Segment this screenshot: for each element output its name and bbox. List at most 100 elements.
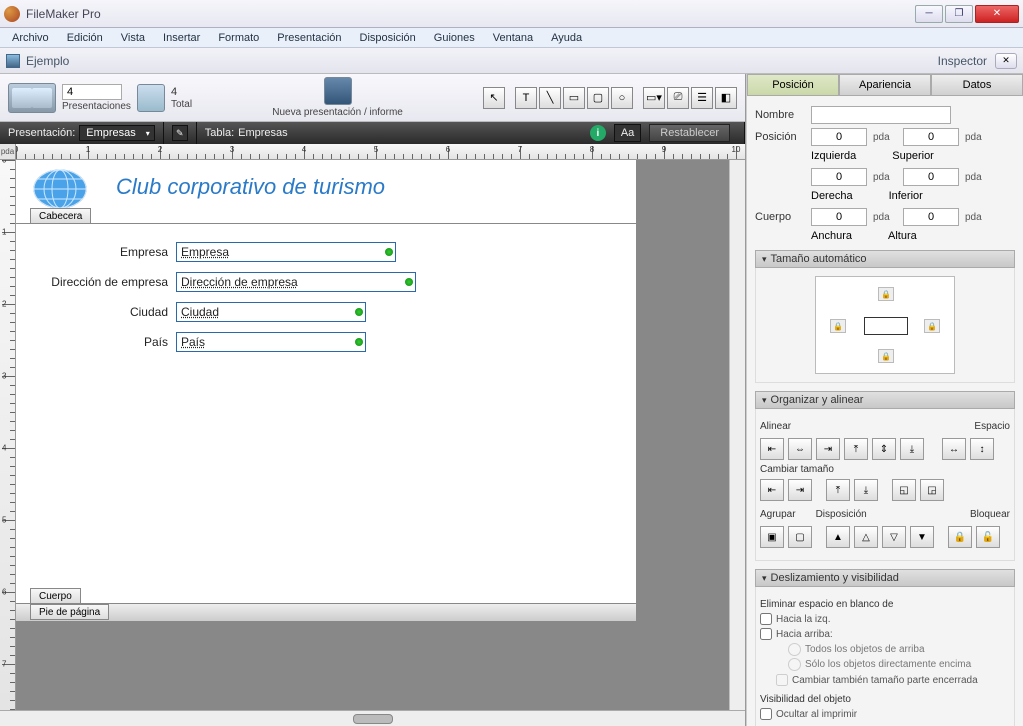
record-nav-book[interactable] (8, 83, 56, 113)
reset-button[interactable]: Restablecer (649, 124, 730, 142)
anchor-top[interactable]: 🔒 (878, 287, 894, 301)
slide-up-checkbox[interactable] (760, 628, 772, 640)
menu-formato[interactable]: Formato (210, 30, 267, 46)
align-middle-button[interactable]: ⇕ (872, 438, 896, 460)
top-input[interactable] (903, 128, 959, 146)
field-ciudad[interactable]: Ciudad (176, 302, 366, 322)
info-button[interactable]: i (590, 125, 606, 141)
slide-resize-checkbox[interactable] (776, 674, 788, 686)
menu-ayuda[interactable]: Ayuda (543, 30, 590, 46)
layout-canvas[interactable]: Club corporativo de turismo Cabecera Emp… (16, 160, 729, 710)
field-direccion[interactable]: Dirección de empresa (176, 272, 416, 292)
footer-part[interactable]: Pie de página (16, 604, 636, 622)
group-button[interactable]: ▣ (760, 526, 784, 548)
header-part[interactable]: Club corporativo de turismo Cabecera (16, 160, 636, 224)
align-top-button[interactable]: ⤒ (844, 438, 868, 460)
field-empresa[interactable]: Empresa (176, 242, 396, 262)
body-part[interactable]: Empresa Empresa Dirección de empresa Dir… (16, 224, 636, 604)
footer-part-tab[interactable]: Pie de página (30, 604, 109, 620)
anchor-right[interactable]: 🔒 (924, 319, 940, 333)
layout-title-text[interactable]: Club corporativo de turismo (116, 174, 385, 200)
oval-tool[interactable]: ○ (611, 87, 633, 109)
field-pais[interactable]: País (176, 332, 366, 352)
align-right-button[interactable]: ⇥ (816, 438, 840, 460)
roundrect-tool[interactable]: ▢ (587, 87, 609, 109)
inspector-close-button[interactable]: ✕ (995, 53, 1017, 69)
menu-vista[interactable]: Vista (113, 30, 153, 46)
sliding-section-header[interactable]: Deslizamiento y visibilidad (755, 569, 1015, 587)
align-left-button[interactable]: ⇤ (760, 438, 784, 460)
unlock-button[interactable]: 🔓 (976, 526, 1000, 548)
text-tool[interactable]: T (515, 87, 537, 109)
field-label-direccion[interactable]: Dirección de empresa (16, 275, 176, 289)
text-format-button[interactable]: Aa (614, 124, 641, 142)
line-tool[interactable]: ╲ (539, 87, 561, 109)
slide-all-radio[interactable] (788, 643, 801, 656)
edit-layout-icon[interactable]: ✎ (172, 125, 188, 141)
bring-forward-button[interactable]: △ (854, 526, 878, 548)
resize-max-button[interactable]: ◲ (920, 479, 944, 501)
nombre-input[interactable] (811, 106, 951, 124)
menu-edicion[interactable]: Edición (59, 30, 111, 46)
align-center-button[interactable]: ⇔ (788, 438, 812, 460)
autosize-section-header[interactable]: Tamaño automático (755, 250, 1015, 268)
ruler-unit-label[interactable]: pda (0, 144, 16, 160)
new-layout-icon[interactable] (324, 77, 352, 105)
rect-tool[interactable]: ▭ (563, 87, 585, 109)
right-input[interactable] (811, 168, 867, 186)
layout-number-field[interactable]: 4 (62, 84, 122, 100)
inspector-tab-posicion[interactable]: Posición (747, 74, 839, 95)
horizontal-ruler[interactable]: 01234567891011 (16, 144, 745, 160)
menu-guiones[interactable]: Guiones (426, 30, 483, 46)
field-label-pais[interactable]: País (16, 335, 176, 349)
menu-ventana[interactable]: Ventana (485, 30, 541, 46)
align-bottom-button[interactable]: ⤓ (900, 438, 924, 460)
portal-tool[interactable]: ☰ (691, 87, 713, 109)
close-button[interactable]: ✕ (975, 5, 1019, 23)
resize-min-button[interactable]: ◱ (892, 479, 916, 501)
space-v-button[interactable]: ↕ (970, 438, 994, 460)
tab-tool[interactable]: ⎚ (667, 87, 689, 109)
resize-min-w-button[interactable]: ⇤ (760, 479, 784, 501)
header-part-tab[interactable]: Cabecera (30, 208, 91, 224)
maximize-button[interactable]: ❐ (945, 5, 973, 23)
bottom-input[interactable] (903, 168, 959, 186)
minimize-button[interactable]: ─ (915, 5, 943, 23)
resize-max-h-button[interactable]: ⤓ (854, 479, 878, 501)
resize-min-h-button[interactable]: ⤒ (826, 479, 850, 501)
inspector-tab-datos[interactable]: Datos (931, 74, 1023, 95)
menu-presentacion[interactable]: Presentación (269, 30, 349, 46)
body-part-tab[interactable]: Cuerpo (30, 588, 81, 604)
slide-left-checkbox[interactable] (760, 613, 772, 625)
field-tool[interactable]: ▭▾ (643, 87, 665, 109)
horizontal-scrollbar[interactable] (0, 710, 745, 726)
inspector-tab-apariencia[interactable]: Apariencia (839, 74, 931, 95)
vertical-scrollbar[interactable] (729, 160, 745, 710)
menu-archivo[interactable]: Archivo (4, 30, 57, 46)
menu-insertar[interactable]: Insertar (155, 30, 208, 46)
ungroup-button[interactable]: ▢ (788, 526, 812, 548)
left-input[interactable] (811, 128, 867, 146)
resize-max-w-button[interactable]: ⇥ (788, 479, 812, 501)
vertical-ruler[interactable]: 0123456789 (0, 160, 16, 710)
bring-front-button[interactable]: ▲ (826, 526, 850, 548)
anchor-bottom[interactable]: 🔒 (878, 349, 894, 363)
hide-print-checkbox[interactable] (760, 708, 772, 720)
height-input[interactable] (903, 208, 959, 226)
send-backward-button[interactable]: ▽ (882, 526, 906, 548)
lock-button[interactable]: 🔒 (948, 526, 972, 548)
globe-icon[interactable] (32, 168, 88, 210)
layout-dropdown[interactable]: Empresas (79, 125, 155, 141)
layout-icon[interactable] (137, 84, 165, 112)
field-label-ciudad[interactable]: Ciudad (16, 305, 176, 319)
field-label-empresa[interactable]: Empresa (16, 245, 176, 259)
arrange-section-header[interactable]: Organizar y alinear (755, 391, 1015, 409)
anchor-left[interactable]: 🔒 (830, 319, 846, 333)
width-input[interactable] (811, 208, 867, 226)
chart-tool[interactable]: ◧ (715, 87, 737, 109)
send-back-button[interactable]: ▼ (910, 526, 934, 548)
menu-disposicion[interactable]: Disposición (352, 30, 424, 46)
space-h-button[interactable]: ↔ (942, 438, 966, 460)
slide-only-radio[interactable] (788, 658, 801, 671)
pointer-tool[interactable]: ↖ (483, 87, 505, 109)
